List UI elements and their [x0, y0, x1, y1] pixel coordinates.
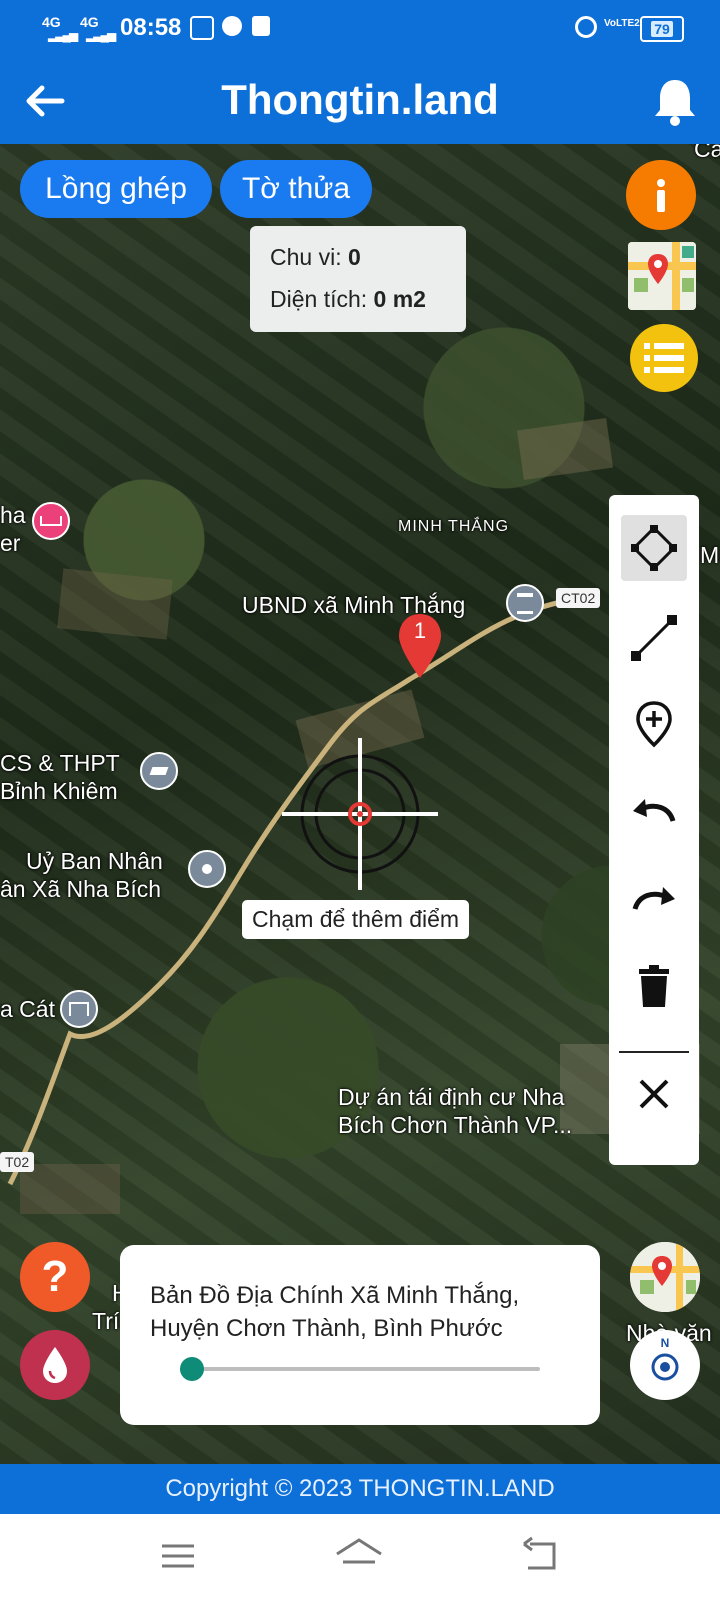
area-label: Diện tích: [270, 286, 374, 312]
line-tool-button[interactable] [621, 605, 687, 671]
opacity-slider[interactable] [180, 1357, 540, 1381]
area-row: Diện tích: 0 m2 [270, 286, 426, 313]
map-info-title: Bản Đồ Địa Chính Xã Minh Thắng, Huyện Ch… [150, 1282, 520, 1342]
polygon-icon [631, 525, 677, 571]
map-label-cat: a Cát [0, 996, 55, 1022]
map-label-school-line1: CS & THPT [0, 750, 120, 776]
notifications-button[interactable] [650, 74, 700, 128]
opacity-button[interactable] [20, 1330, 90, 1400]
overlay-button[interactable]: Lồng ghép [20, 160, 212, 218]
drawing-toolbar [609, 495, 699, 1165]
map-label-hotel-line1: ha [0, 502, 26, 528]
shop-icon [252, 16, 270, 36]
base-map-button[interactable] [630, 1242, 700, 1312]
slider-thumb[interactable] [180, 1357, 204, 1381]
crosshair-target [282, 738, 438, 890]
redo-icon [632, 887, 675, 910]
app-bar: Thongtin.land [0, 56, 720, 144]
tap-to-add-hint: Chạm để thêm điểm [242, 900, 470, 939]
list-icon [644, 343, 684, 373]
delete-button[interactable] [621, 953, 687, 1019]
location-icon [575, 16, 597, 38]
polygon-tool-button[interactable] [621, 515, 687, 581]
bed-icon [40, 516, 62, 526]
undo-icon [633, 799, 676, 822]
toolbar-divider [619, 1051, 689, 1053]
map-label-hotel-line2: er [0, 530, 21, 556]
messenger-icon [222, 16, 242, 36]
map-label-uyban-line1: Uỷ Ban Nhân [26, 848, 163, 874]
road-shield-ct02-left: T02 [0, 1152, 35, 1172]
menu-nav-button[interactable] [158, 1536, 198, 1576]
place-poi-icon [188, 850, 226, 888]
gallery-notification-icon [190, 16, 214, 40]
satellite-map[interactable]: Lồng ghép Tờ thửa Chu vi: 0 Diện tích: 0… [0, 144, 720, 1464]
school-poi-icon [140, 752, 178, 790]
bridge-icon [69, 1002, 89, 1016]
home-nav-button[interactable] [334, 1536, 384, 1576]
back-nav-button[interactable] [520, 1536, 560, 1576]
perimeter-value: 0 [347, 244, 361, 270]
map-layer-button[interactable] [628, 242, 696, 310]
road-label: CT02 [561, 590, 596, 606]
question-mark-icon: ? [41, 1252, 69, 1301]
map-label-uyban-line2: ân Xã Nha Bích [0, 876, 162, 902]
copyright-text: Copyright © 2023 THONGTIN.LAND [165, 1475, 555, 1502]
home-icon [336, 1538, 382, 1564]
bell-icon [655, 80, 695, 126]
map-label-project-line2: Bích Chơn Thành VP... [338, 1112, 573, 1138]
undo-button[interactable] [621, 777, 687, 843]
perimeter-label: Chu vi: [270, 244, 348, 270]
water-drop-icon [43, 1347, 67, 1383]
status-bar: 4G ▂▃▄▅ 4G ▂▃▄▅ 08:58 VoLTE2 79 [0, 0, 720, 56]
info-icon [657, 179, 665, 212]
dot-icon [202, 864, 212, 874]
hamburger-icon [162, 1544, 194, 1568]
map-label-school-line2: Bỉnh Khiêm [0, 778, 118, 804]
my-location-button[interactable]: N [630, 1330, 700, 1400]
info-button[interactable] [626, 160, 696, 230]
return-icon [523, 1536, 556, 1570]
hotel-poi-icon [32, 502, 70, 540]
redo-button[interactable] [621, 865, 687, 931]
graduation-cap-icon [149, 767, 169, 775]
clock: 08:58 [120, 14, 182, 41]
signal-bars-icon: ▂▃▄▅ [86, 28, 116, 42]
close-drawing-button[interactable] [621, 1061, 687, 1127]
page-title: Thongtin.land [221, 76, 499, 123]
map-thumbnail-icon [628, 242, 696, 310]
compass-icon [651, 1353, 679, 1381]
add-location-icon [636, 701, 672, 748]
slider-track [180, 1367, 540, 1371]
perimeter-row: Chu vi: 0 [270, 244, 361, 271]
battery-icon: 79 [640, 16, 684, 42]
area-value: 0 m2 [373, 286, 426, 312]
map-label-edge-right: M [700, 542, 720, 568]
bridge-poi-icon [60, 990, 98, 1028]
government-poi-icon [506, 584, 544, 622]
marker-number: 1 [413, 618, 427, 643]
battery-level: 79 [651, 21, 673, 37]
parcel-sheet-button[interactable]: Tờ thửa [220, 160, 372, 218]
volte-indicator: VoLTE2 [604, 18, 640, 29]
road-shield-ct02-top: CT02 [556, 588, 601, 608]
road-label: T02 [5, 1154, 30, 1170]
trash-icon [639, 965, 669, 1007]
map-info-card: Bản Đồ Địa Chính Xã Minh Thắng, Huyện Ch… [120, 1245, 600, 1425]
legend-list-button[interactable] [630, 324, 698, 392]
copyright-bar: Copyright © 2023 THONGTIN.LAND [0, 1464, 720, 1514]
system-navigation-bar [0, 1514, 720, 1600]
line-measure-icon [631, 615, 677, 661]
map-thumbnail-icon [630, 1242, 700, 1312]
map-label-project-line1: Dự án tái định cư Nha [338, 1084, 565, 1110]
close-icon [639, 1079, 669, 1109]
help-button[interactable]: ? [20, 1242, 90, 1312]
signal-bars-icon: ▂▃▄▅ [48, 28, 78, 42]
compass-north-label: N [660, 1336, 670, 1350]
add-point-button[interactable] [621, 691, 687, 757]
map-label-edge-top-right: Ca [694, 144, 720, 162]
map-label-minh-thang: MINH THẮNG [398, 518, 510, 535]
building-icon [517, 592, 533, 614]
measurement-panel: Chu vi: 0 Diện tích: 0 m2 [250, 226, 466, 332]
